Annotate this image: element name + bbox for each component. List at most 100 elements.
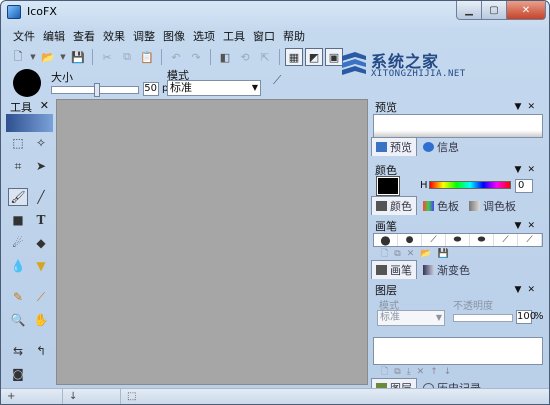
- paste-icon[interactable]: 📋: [138, 48, 156, 66]
- magic-wand-icon[interactable]: ✧: [31, 134, 51, 152]
- tab-info[interactable]: 信息: [419, 138, 463, 156]
- copy-icon[interactable]: ⧉: [118, 48, 136, 66]
- info-icon: [423, 142, 434, 152]
- delete-brush-icon[interactable]: ✕: [407, 249, 415, 259]
- rect-select-icon[interactable]: ⬚: [8, 134, 28, 152]
- pencil-icon[interactable]: ✎: [8, 288, 28, 306]
- layer-down-icon[interactable]: ↓: [444, 367, 452, 377]
- panel-controls[interactable]: ▼✕: [515, 221, 545, 231]
- reset-icon[interactable]: ↰: [31, 342, 51, 360]
- pointer-icon[interactable]: ⇱: [256, 48, 274, 66]
- menu-image[interactable]: 图像: [159, 26, 189, 44]
- save-icon[interactable]: 💾: [69, 48, 87, 66]
- layer-options: 模式 不透明度 标准 ▼ 100 %: [371, 297, 545, 337]
- menu-bar: 文件 编辑 查看 效果 调整 图像 选项 工具 窗口 帮助: [9, 26, 309, 44]
- hue-slider[interactable]: [429, 181, 511, 189]
- menu-adjust[interactable]: 调整: [129, 26, 159, 44]
- brush-preset[interactable]: ⟋: [518, 234, 542, 246]
- brush-preset[interactable]: ●: [374, 233, 398, 247]
- size-slider-thumb[interactable]: [94, 83, 100, 97]
- swap-colors-icon[interactable]: ⇆: [8, 342, 28, 360]
- antialias-icon[interactable]: ⟋: [273, 73, 281, 88]
- size-slider[interactable]: [51, 83, 139, 97]
- app-icon[interactable]: [7, 5, 21, 19]
- hand-icon[interactable]: ✋: [31, 311, 51, 329]
- mode-select[interactable]: 标准 ▼: [167, 80, 261, 96]
- zoom-icon[interactable]: 🔍: [8, 311, 28, 329]
- menu-window[interactable]: 窗口: [249, 26, 279, 44]
- delete-layer-icon[interactable]: ✕: [417, 367, 425, 377]
- eraser-icon[interactable]: ◆: [31, 234, 51, 252]
- menu-help[interactable]: 帮助: [279, 26, 309, 44]
- cut-icon[interactable]: ✂: [98, 48, 116, 66]
- menu-edit[interactable]: 编辑: [39, 26, 69, 44]
- rectangle-icon[interactable]: ■: [8, 211, 28, 229]
- move-icon[interactable]: ➤: [31, 157, 51, 175]
- tab-swatches[interactable]: 调色板: [465, 197, 520, 215]
- brush-preset[interactable]: ⟋: [494, 234, 518, 246]
- minimize-button[interactable]: ▁: [456, 1, 482, 20]
- duplicate-layer-icon[interactable]: ⧉: [394, 367, 400, 377]
- image-wizard-icon[interactable]: ▦: [285, 48, 303, 66]
- chevron-down-icon: ▼: [435, 313, 442, 322]
- close-window-button[interactable]: ✕: [506, 1, 546, 20]
- text-icon[interactable]: T: [31, 211, 51, 229]
- menu-view[interactable]: 查看: [69, 26, 99, 44]
- tab-brush[interactable]: 画笔: [371, 260, 417, 279]
- layer-opacity-slider[interactable]: [453, 314, 513, 322]
- save-brush-icon[interactable]: 💾: [437, 249, 448, 259]
- crop-icon[interactable]: ⌗: [8, 157, 28, 175]
- line-icon[interactable]: ╱: [31, 188, 51, 206]
- open-brush-icon[interactable]: 📂: [420, 249, 431, 259]
- undo-icon[interactable]: ↶: [167, 48, 185, 66]
- menu-options[interactable]: 选项: [189, 26, 219, 44]
- maximize-button[interactable]: ▢: [481, 1, 507, 20]
- menu-tools[interactable]: 工具: [219, 26, 249, 44]
- layer-mode-select[interactable]: 标准 ▼: [377, 310, 445, 326]
- panel-controls[interactable]: ▼✕: [515, 102, 545, 112]
- tab-preview[interactable]: 预览: [371, 137, 417, 156]
- tab-color[interactable]: 颜色: [371, 196, 417, 215]
- tools-banner: [6, 114, 53, 132]
- duplicate-brush-icon[interactable]: ⧉: [394, 249, 400, 259]
- rotate-icon[interactable]: ⟲: [236, 48, 254, 66]
- menu-effects[interactable]: 效果: [99, 26, 129, 44]
- brush-preset[interactable]: ●: [398, 234, 422, 246]
- layer-list[interactable]: [373, 337, 543, 365]
- panel-controls[interactable]: ▼✕: [515, 165, 545, 175]
- tools-spacer: [8, 180, 52, 183]
- open-icon[interactable]: 📂: [39, 48, 57, 66]
- menu-file[interactable]: 文件: [9, 26, 39, 44]
- redo-icon[interactable]: ↷: [187, 48, 205, 66]
- layer-panel-title: 图层: [375, 283, 397, 297]
- foreground-color-swatch[interactable]: [376, 176, 400, 196]
- brush-icon[interactable]: 🖌: [8, 188, 28, 206]
- quick-mask-icon[interactable]: ◙: [8, 365, 28, 383]
- open-dropdown-icon[interactable]: ▼: [59, 48, 67, 66]
- tab-palette[interactable]: 色板: [419, 197, 463, 215]
- tools-spacer: [8, 334, 52, 337]
- close-icon[interactable]: ✕: [40, 99, 49, 113]
- hue-input[interactable]: 0: [515, 179, 533, 193]
- blur-drop-icon[interactable]: 💧: [8, 257, 28, 275]
- new-icon[interactable]: 🗋: [9, 48, 27, 66]
- layer-opacity-label: 不透明度: [453, 301, 493, 312]
- brush-preset[interactable]: ⬬: [446, 234, 470, 246]
- fill-bucket-icon[interactable]: ▼: [31, 257, 51, 275]
- layer-opacity-input[interactable]: 100: [516, 310, 536, 324]
- smudge-icon[interactable]: ☄: [8, 234, 28, 252]
- layer-up-icon[interactable]: ↑: [430, 367, 438, 377]
- merge-layer-icon[interactable]: ⤓: [407, 367, 411, 377]
- brush-preset[interactable]: ⬬: [470, 234, 494, 246]
- brush-preset[interactable]: ⟋: [422, 234, 446, 246]
- extract-icon[interactable]: ◧: [216, 48, 234, 66]
- color-picker-icon[interactable]: ⟋: [31, 288, 51, 306]
- panel-controls[interactable]: ▼✕: [515, 285, 545, 295]
- chevron-down-icon: ▼: [251, 83, 258, 92]
- new-dropdown-icon[interactable]: ▼: [29, 48, 37, 66]
- workspace-canvas[interactable]: [56, 99, 368, 385]
- batch-icon[interactable]: ◩: [305, 48, 323, 66]
- tab-palette-label: 色板: [437, 200, 459, 213]
- size-input[interactable]: 50: [143, 82, 159, 96]
- tab-gradient[interactable]: 渐变色: [419, 261, 474, 279]
